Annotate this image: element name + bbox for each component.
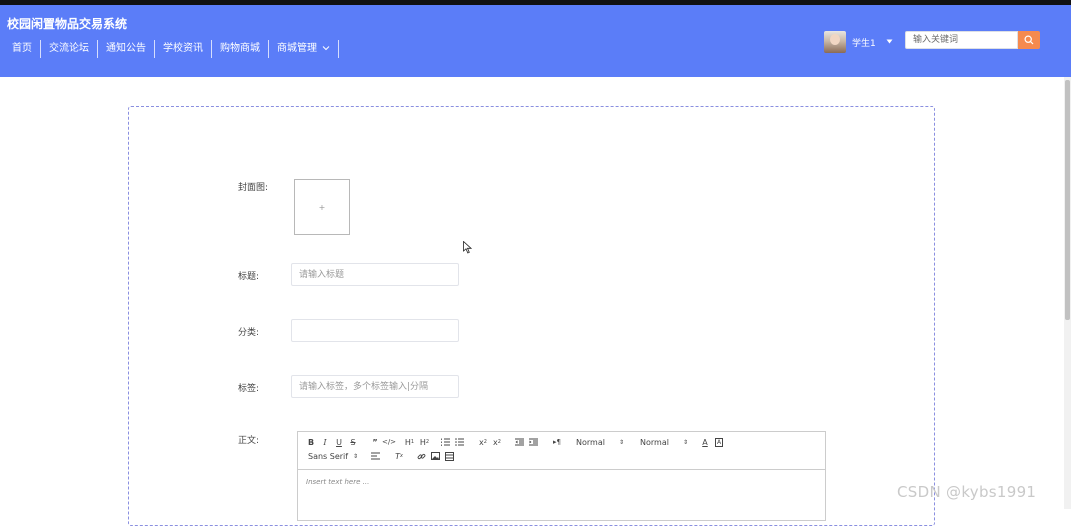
- header-select[interactable]: Normal ⇕: [572, 435, 630, 449]
- updown-icon: ⇕: [618, 438, 624, 446]
- title-input[interactable]: [291, 263, 459, 286]
- search-button[interactable]: [1018, 31, 1040, 49]
- superscript-button[interactable]: x2: [490, 435, 504, 449]
- nav-item-forum[interactable]: 交流论坛: [41, 40, 98, 58]
- cover-image-uploader[interactable]: +: [294, 179, 350, 235]
- heading-2-button[interactable]: H2: [417, 435, 432, 449]
- header-select-value: Normal: [576, 437, 605, 447]
- user-name: 学生1: [852, 38, 876, 49]
- user-menu[interactable]: 学生1: [824, 31, 893, 53]
- heading-1-button[interactable]: H1: [402, 435, 417, 449]
- site-title: 校园闲置物品交易系统: [7, 17, 128, 31]
- category-label: 分类:: [238, 328, 260, 338]
- nav-label: 首页: [12, 43, 32, 54]
- text-direction-button[interactable]: ▸¶: [550, 435, 564, 449]
- background-color-button[interactable]: A: [712, 435, 726, 449]
- cover-label: 封面图:: [238, 183, 269, 193]
- title-label: 标题:: [238, 272, 260, 282]
- nav-label: 通知公告: [106, 43, 146, 54]
- indent-icon[interactable]: [526, 435, 540, 449]
- updown-icon: ⇕: [352, 452, 358, 460]
- italic-button[interactable]: I: [318, 435, 332, 449]
- nav-label: 学校资讯: [163, 43, 203, 54]
- strike-button[interactable]: S: [346, 435, 360, 449]
- clear-format-button[interactable]: Tx: [392, 449, 406, 463]
- size-select-value: Normal: [640, 437, 669, 447]
- nav-item-mall-management[interactable]: 商城管理: [269, 40, 339, 58]
- bold-button[interactable]: B: [304, 435, 318, 449]
- nav-item-mall[interactable]: 购物商城: [212, 40, 269, 58]
- watermark: CSDN @kybs1991: [897, 483, 1037, 501]
- tags-label: 标签:: [238, 384, 260, 394]
- updown-icon: ⇕: [682, 438, 688, 446]
- mouse-pointer-icon: [463, 239, 473, 258]
- subscript-button[interactable]: x2: [476, 435, 490, 449]
- font-select-value: Sans Serif: [308, 451, 349, 461]
- page-scrollbar-thumb[interactable]: [1065, 80, 1070, 320]
- nav-label: 交流论坛: [49, 43, 89, 54]
- code-block-button[interactable]: </>: [382, 435, 396, 449]
- nav-label: 购物商城: [220, 43, 260, 54]
- nav-item-notices[interactable]: 通知公告: [98, 40, 155, 58]
- bullet-list-icon[interactable]: [452, 435, 466, 449]
- category-select[interactable]: [291, 319, 459, 342]
- blockquote-button[interactable]: ”: [368, 435, 382, 449]
- editor-toolbar: B I U S ” </> H1 H2 x2 x2 ▸¶ Normal ⇕ No…: [298, 432, 825, 470]
- text-color-button[interactable]: A: [698, 435, 712, 449]
- chevron-down-icon: [322, 40, 330, 58]
- body-label: 正文:: [238, 436, 260, 446]
- plus-icon: +: [318, 202, 326, 212]
- nav-item-school-news[interactable]: 学校资讯: [155, 40, 212, 58]
- rich-text-editor: B I U S ” </> H1 H2 x2 x2 ▸¶ Normal ⇕ No…: [297, 431, 826, 521]
- link-icon[interactable]: [414, 449, 428, 463]
- tags-input[interactable]: [291, 375, 459, 398]
- search-icon: [1024, 35, 1034, 45]
- editor-placeholder: Insert text here ...: [306, 478, 370, 486]
- underline-button[interactable]: U: [332, 435, 346, 449]
- nav-item-home[interactable]: 首页: [4, 40, 41, 58]
- search-input[interactable]: [905, 31, 1018, 49]
- ordered-list-icon[interactable]: [438, 435, 452, 449]
- main-nav: 首页 交流论坛 通知公告 学校资讯 购物商城 商城管理: [4, 40, 339, 58]
- size-select[interactable]: Normal ⇕: [636, 435, 694, 449]
- font-select[interactable]: Sans Serif ⇕: [304, 449, 364, 463]
- caret-down-icon[interactable]: [886, 38, 893, 46]
- editor-content[interactable]: Insert text here ...: [298, 470, 825, 494]
- align-icon[interactable]: [368, 449, 382, 463]
- outdent-icon[interactable]: [512, 435, 526, 449]
- nav-label: 商城管理: [277, 43, 317, 54]
- image-icon[interactable]: [428, 449, 442, 463]
- avatar[interactable]: [824, 31, 846, 53]
- video-icon[interactable]: [442, 449, 456, 463]
